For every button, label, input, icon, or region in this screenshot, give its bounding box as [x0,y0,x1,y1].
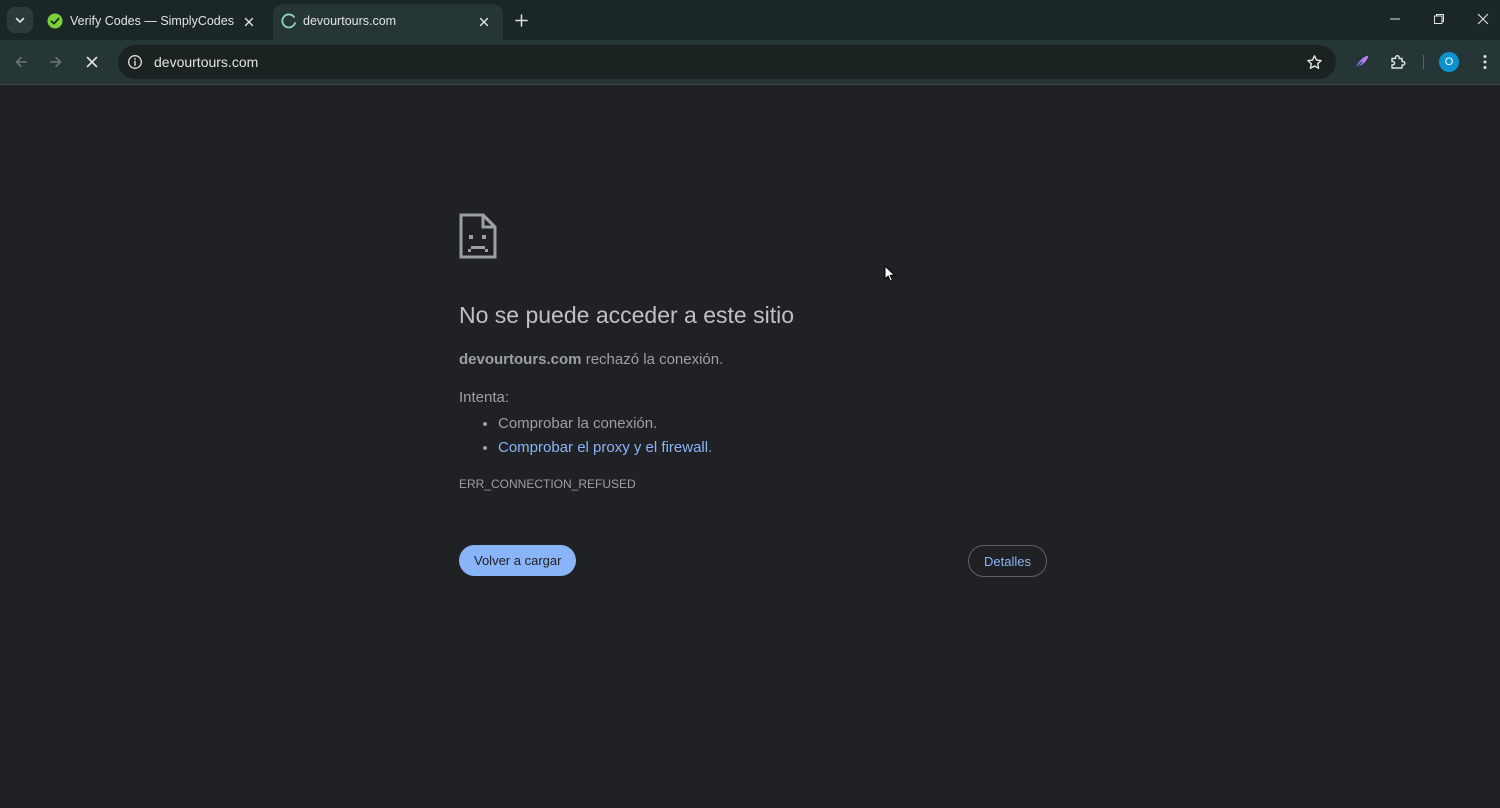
error-description: devourtours.com rechazó la conexión. [459,351,723,368]
window-close-button[interactable] [1461,0,1500,38]
browser-toolbar: devourtours.com O [0,40,1500,84]
page-content: No se puede acceder a este sitio devourt… [0,85,1500,808]
feather-icon [1355,55,1369,69]
star-icon [1306,54,1322,69]
back-button[interactable] [7,48,35,76]
reload-button[interactable]: Volver a cargar [459,545,577,576]
restore-button[interactable] [1417,0,1461,38]
close-icon [244,17,254,27]
new-tab-button[interactable] [510,9,532,31]
minimize-button[interactable] [1373,0,1417,38]
extension-feather-button[interactable] [1348,48,1376,76]
error-description-text: rechazó la conexión. [581,351,724,368]
mouse-cursor-icon [884,265,895,282]
site-info-button[interactable] [123,50,147,74]
bookmark-button[interactable] [1304,52,1324,72]
tab-search-button[interactable] [7,7,33,33]
sad-page-icon [459,213,497,259]
error-host: devourtours.com [459,351,582,368]
stop-loading-button[interactable] [78,48,106,76]
list-item: Comprobar la conexión. [498,412,712,436]
extensions-button[interactable] [1384,48,1412,76]
toolbar-separator [1423,55,1424,69]
close-icon [1477,13,1489,25]
arrow-right-icon [50,56,62,68]
address-bar[interactable]: devourtours.com [118,45,1336,79]
minimize-icon [1390,18,1400,20]
arrow-left-icon [15,56,27,68]
tab-title: devourtours.com [303,14,397,28]
list-item: Comprobar el proxy y el firewall. [498,436,712,460]
url-text[interactable]: devourtours.com [154,54,258,70]
error-code: ERR_CONNECTION_REFUSED [459,477,636,491]
info-icon [128,55,142,69]
loading-spinner-icon [281,13,296,29]
suggestions-label: Intenta: [459,389,510,406]
page-title: No se puede acceder a este sitio [459,302,794,328]
close-icon [479,17,489,27]
tab-title: Verify Codes — SimplyCodes [70,14,234,28]
forward-button[interactable] [42,48,70,76]
tab-strip: Verify Codes — SimplyCodes devourtours.c… [0,0,1500,40]
proxy-firewall-link[interactable]: Comprobar el proxy y el firewall [498,439,708,456]
suggestion-suffix: . [708,439,713,456]
restore-icon [1434,14,1444,24]
puzzle-icon [1391,55,1406,69]
plus-icon [514,13,528,27]
suggestions-list: Comprobar la conexión. Comprobar el prox… [459,412,712,460]
tab-simplycodes[interactable]: Verify Codes — SimplyCodes [40,4,268,40]
close-icon [86,56,98,68]
suggestion-text: Comprobar la conexión. [498,415,658,432]
tab-close-button[interactable] [475,13,493,31]
tab-devourtours[interactable]: devourtours.com [273,4,503,40]
profile-button[interactable]: O [1435,48,1463,76]
chevron-down-icon [15,17,25,23]
tab-close-button[interactable] [240,13,258,31]
simplycodes-icon [47,13,63,29]
kebab-menu-icon [1483,55,1487,69]
avatar: O [1439,52,1459,72]
details-button[interactable]: Detalles [968,545,1047,577]
browser-menu-button[interactable] [1471,48,1499,76]
